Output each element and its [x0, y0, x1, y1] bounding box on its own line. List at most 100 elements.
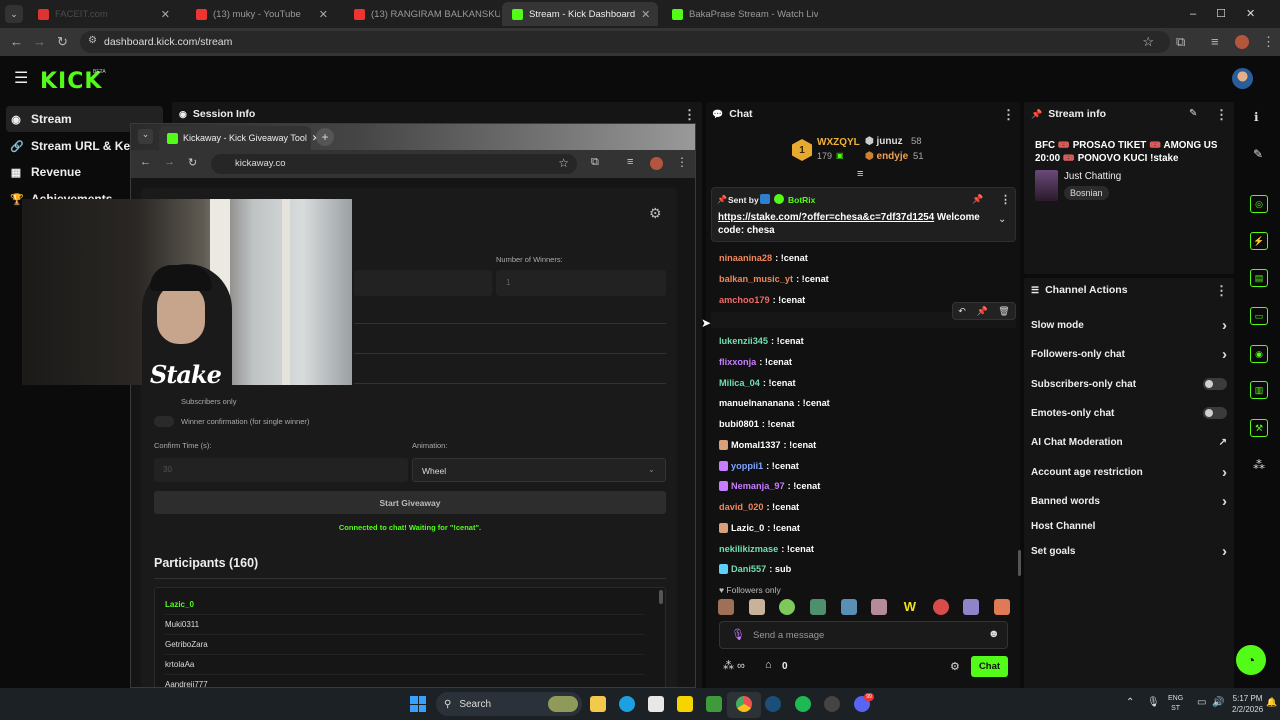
chat-message[interactable]: balkan_music_yt: !cenat	[719, 272, 829, 286]
rail-camera-icon[interactable]: ◎	[1250, 195, 1268, 213]
media-icon[interactable]: ≡	[1211, 34, 1219, 49]
expand-chevron-icon[interactable]: ⌄	[998, 214, 1006, 225]
sidebar-item-stream-url-key[interactable]: 🔗 Stream URL & Key	[10, 135, 137, 157]
emote-icon[interactable]	[840, 599, 857, 615]
notes-icon[interactable]	[677, 696, 693, 712]
pin-message-icon[interactable]: 📌	[976, 306, 987, 317]
emote-icon[interactable]	[748, 599, 765, 615]
participant-row[interactable]: Muki0311	[165, 615, 645, 635]
channel-action-ai-chat-moderation[interactable]: AI Chat Moderation ↗	[1031, 433, 1227, 451]
stream-info-menu-icon[interactable]: ⋮	[1215, 107, 1228, 123]
language-tag[interactable]: Bosnian	[1064, 186, 1109, 200]
chat-message[interactable]: lukenzii345: !cenat	[719, 334, 804, 348]
media-icon[interactable]: ≡	[627, 156, 633, 168]
delete-icon[interactable]: 🗑	[998, 306, 1009, 317]
chat-username[interactable]: ninaanina28	[719, 253, 772, 263]
rail-document-icon[interactable]: ▤	[1250, 269, 1268, 287]
reload-icon[interactable]: ↻	[188, 156, 197, 169]
user-avatar[interactable]	[1232, 68, 1253, 89]
chat-menu-icon[interactable]: ⋮	[1002, 107, 1015, 123]
tray-mic-icon[interactable]: 🎙	[1147, 697, 1160, 708]
chevron-right-icon[interactable]: ›	[1222, 346, 1227, 363]
windows-start-icon[interactable]	[410, 696, 426, 712]
spotify-icon[interactable]	[795, 696, 811, 712]
rail-lightning-icon[interactable]: ⚡	[1250, 232, 1268, 250]
channel-action-banned-words[interactable]: Banned words ›	[1031, 492, 1227, 510]
chat-username[interactable]: Lazic_0	[731, 523, 764, 533]
chat-input[interactable]: 🎙 Send a message ☻	[719, 621, 1008, 649]
emote-icon[interactable]	[993, 599, 1010, 615]
send-chat-button[interactable]: Chat	[971, 656, 1008, 677]
reload-icon[interactable]: ↻	[57, 34, 68, 50]
chat-message[interactable]: yoppii1: !cenat	[719, 459, 799, 473]
chat-message[interactable]: amchoo179: !cenat	[719, 293, 805, 307]
rail-layout-icon[interactable]: ▥	[1250, 381, 1268, 399]
volume-icon[interactable]: 🔊	[1212, 697, 1224, 708]
category-name[interactable]: Just Chatting	[1064, 171, 1121, 182]
participant-row[interactable]: GetriboZara	[165, 635, 645, 655]
forward-icon[interactable]: →	[164, 156, 175, 168]
chat-message[interactable]: Nemanja_97: !cenat	[719, 479, 820, 493]
chat-message[interactable]: flixxonja: !cenat	[719, 355, 792, 369]
session-info-menu-icon[interactable]: ⋮	[683, 107, 696, 123]
participant-row[interactable]: Aandrejj777	[165, 675, 645, 687]
rail-wrench-icon[interactable]: ⚒	[1250, 419, 1268, 437]
chevron-right-icon[interactable]: ›	[1222, 317, 1227, 334]
participants-scrollbar[interactable]	[659, 590, 663, 604]
pencil-icon[interactable]: ✎	[1253, 147, 1263, 161]
bookmark-star-icon[interactable]: ☆	[558, 156, 569, 170]
chat-username[interactable]: balkan_music_yt	[719, 274, 793, 284]
leaderboard-second-name[interactable]: ⬢ junuz	[865, 136, 903, 147]
collapse-lines-icon[interactable]: ≡	[857, 168, 863, 180]
participant-row[interactable]: krtolaAa	[165, 655, 645, 675]
sidebar-item-stream[interactable]: ◉ Stream	[10, 108, 72, 130]
browser-tab-faceit[interactable]: FACEIT.com ✕	[28, 2, 180, 26]
channel-points-icon[interactable]: ⁂ ∞	[723, 659, 745, 672]
toggle-switch[interactable]	[1203, 407, 1227, 419]
tray-chevron-icon[interactable]: ⌃	[1126, 697, 1134, 708]
help-button[interactable]: ◔	[1236, 645, 1266, 675]
notification-bell-icon[interactable]: 🔔	[1266, 697, 1277, 708]
emote-icon[interactable]: W	[902, 599, 918, 615]
channel-action-set-goals[interactable]: Set goals ›	[1031, 542, 1227, 560]
kickaway-tab[interactable]: Kickaway - Kick Giveaway Tool ✕	[159, 126, 319, 150]
emote-icon[interactable]	[963, 599, 980, 615]
file-explorer-icon[interactable]	[590, 696, 606, 712]
chat-message[interactable]: Lazic_0: !cenat	[719, 521, 800, 535]
bookmark-star-icon[interactable]: ☆	[1142, 34, 1154, 50]
browser-tab-kick-dashboard[interactable]: Stream - Kick Dashboard ✕	[502, 2, 658, 26]
minecraft-icon[interactable]	[706, 696, 722, 712]
chat-username[interactable]: yoppii1	[731, 461, 763, 471]
url-field[interactable]: ⚙ dashboard.kick.com/stream ☆	[80, 31, 1170, 53]
tab-list-button[interactable]: ⌄	[138, 129, 153, 144]
steam-icon[interactable]	[765, 696, 781, 712]
chat-message[interactable]: Dani557: sub	[719, 562, 791, 576]
chat-scrollbar[interactable]	[1018, 550, 1021, 576]
rail-nodes-icon[interactable]: ⁂	[1253, 458, 1265, 472]
external-link-icon[interactable]: ↗	[1219, 437, 1227, 448]
chat-username[interactable]: nekilikizmase	[719, 544, 778, 554]
leaderboard-first-name[interactable]: WXZQYL	[817, 137, 860, 148]
browser-menu-icon[interactable]: ⋮	[1262, 34, 1275, 50]
number-of-winners-input[interactable]: 1	[496, 270, 666, 296]
info-icon[interactable]: ℹ	[1254, 110, 1259, 124]
chat-message[interactable]: ninaanina28: !cenat	[719, 251, 808, 265]
browser-tab-bakaprase[interactable]: BakaPrase Stream - Watch Live	[662, 2, 818, 26]
profile-avatar[interactable]	[1235, 35, 1249, 49]
channel-action-account-age-restriction[interactable]: Account age restriction ›	[1031, 463, 1227, 481]
obs-icon[interactable]	[824, 696, 840, 712]
chat-username[interactable]: lukenzii345	[719, 336, 768, 346]
channel-action-followers-only-chat[interactable]: Followers-only chat ›	[1031, 345, 1227, 363]
clock[interactable]: 5:17 PM 2/2/2026	[1232, 693, 1263, 715]
chat-username[interactable]: amchoo179	[719, 295, 770, 305]
chat-username[interactable]: Nemanja_97	[731, 481, 785, 491]
store-icon[interactable]	[648, 696, 664, 712]
close-tab-icon[interactable]: ✕	[319, 8, 328, 21]
chevron-right-icon[interactable]: ›	[1222, 543, 1227, 560]
chevron-right-icon[interactable]: ›	[1222, 493, 1227, 510]
close-tab-icon[interactable]: ✕	[641, 8, 650, 21]
chat-username[interactable]: bubi0801	[719, 419, 759, 429]
extensions-icon[interactable]: ⧉	[1176, 34, 1185, 50]
browser-tab-youtube-rangiram[interactable]: (13) RANGIRAM BALKANSKU✕	[344, 2, 500, 26]
chat-username[interactable]: Milica_04	[719, 378, 760, 388]
